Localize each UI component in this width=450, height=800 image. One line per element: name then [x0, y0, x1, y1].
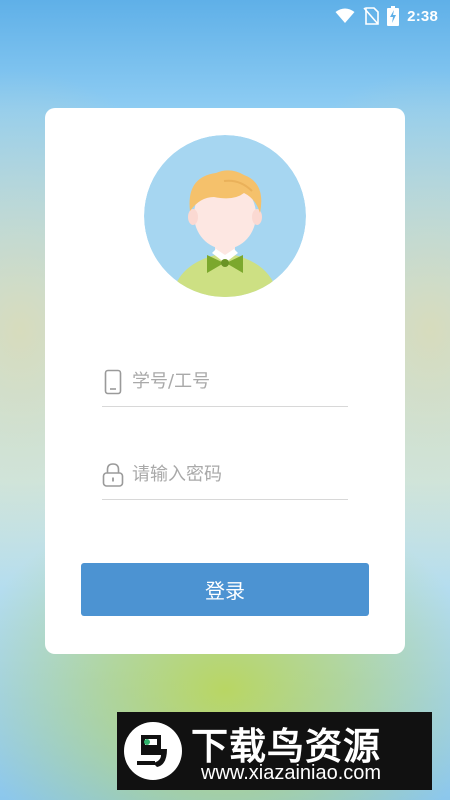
phone-icon [102, 368, 124, 396]
no-sim-icon [363, 7, 379, 25]
password-field[interactable] [102, 450, 348, 500]
lock-icon [102, 461, 124, 489]
boy-avatar-icon [144, 135, 306, 297]
status-time: 2:38 [407, 7, 438, 25]
watermark-banner: 下载鸟资源 www.xiazainiao.com [117, 712, 432, 790]
battery-charging-icon [387, 6, 400, 26]
username-field[interactable] [102, 357, 348, 407]
wifi-icon [335, 8, 355, 24]
login-card: 登录 [45, 108, 405, 654]
watermark-url: www.xiazainiao.com [201, 762, 382, 784]
bird-logo-icon [123, 721, 183, 781]
username-input[interactable] [132, 366, 332, 397]
password-input[interactable] [132, 459, 332, 490]
login-button[interactable]: 登录 [81, 563, 369, 616]
status-bar: 2:38 [0, 0, 450, 32]
